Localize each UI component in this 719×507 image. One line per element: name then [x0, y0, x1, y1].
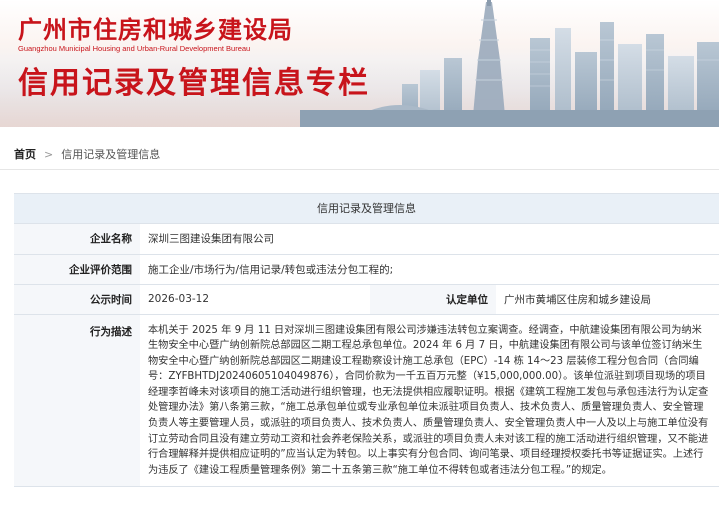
- table-row: 企业名称 深圳三图建设集团有限公司: [14, 224, 719, 255]
- evaluation-scope-label: 企业评价范围: [14, 254, 140, 285]
- behavior-description-value: 本机关于 2025 年 9 月 11 日对深圳三图建设集团有限公司涉嫌违法转包立…: [140, 314, 719, 488]
- org-title: 广州市住房和城乡建设局: [18, 16, 293, 44]
- breadcrumb-home-link[interactable]: 首页: [14, 146, 36, 162]
- page-heading: 信用记录及管理信息专栏: [18, 66, 370, 101]
- company-name-value: 深圳三图建设集团有限公司: [140, 224, 719, 255]
- divider: [0, 169, 719, 170]
- company-name-label: 企业名称: [14, 224, 140, 255]
- publish-date-label: 公示时间: [14, 284, 140, 315]
- chevron-right-icon: >: [44, 147, 54, 161]
- panel-title: 信用记录及管理信息: [14, 194, 719, 224]
- credit-info-panel: 信用记录及管理信息 企业名称 深圳三图建设集团有限公司 企业评价范围 施工企业/…: [14, 193, 719, 488]
- publish-date-value: 2026-03-12: [140, 284, 370, 315]
- authority-value: 广州市黄埔区住房和城乡建设局: [496, 284, 719, 315]
- behavior-description-label: 行为描述: [14, 314, 140, 488]
- table-row: 行为描述 本机关于 2025 年 9 月 11 日对深圳三图建设集团有限公司涉嫌…: [14, 314, 719, 488]
- evaluation-scope-value: 施工企业/市场行为/信用记录/转包或违法分包工程的;: [140, 254, 719, 285]
- breadcrumb: 首页 > 信用记录及管理信息: [14, 146, 160, 162]
- header-banner: 广州市住房和城乡建设局 Guangzhou Municipal Housing …: [0, 0, 719, 127]
- table-row: 公示时间 2026-03-12 认定单位 广州市黄埔区住房和城乡建设局: [14, 284, 719, 315]
- authority-label: 认定单位: [370, 284, 496, 315]
- org-english-name: Guangzhou Municipal Housing and Urban-Ru…: [18, 44, 251, 53]
- credit-info-table: 企业名称 深圳三图建设集团有限公司 企业评价范围 施工企业/市场行为/信用记录/…: [14, 224, 719, 488]
- breadcrumb-current: 信用记录及管理信息: [61, 148, 161, 161]
- table-row: 企业评价范围 施工企业/市场行为/信用记录/转包或违法分包工程的;: [14, 254, 719, 285]
